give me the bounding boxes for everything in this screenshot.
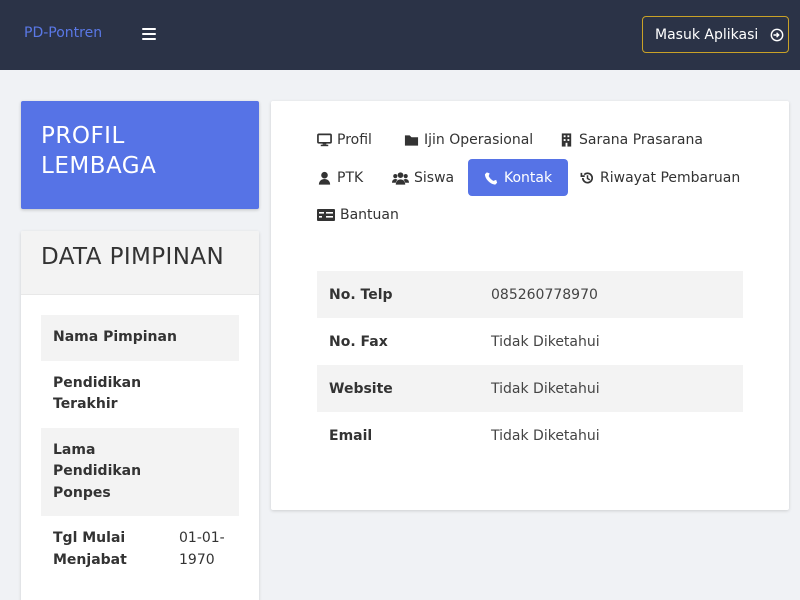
- history-icon: [580, 171, 593, 183]
- contact-value: Tidak Diketahui: [491, 333, 600, 350]
- pimpinan-label: Tgl Mulai Menjabat: [53, 530, 127, 568]
- tab-riwayat-pembaruan[interactable]: Riwayat Pembaruan: [564, 159, 756, 196]
- menu-toggle-icon[interactable]: [142, 28, 156, 41]
- contact-row-telp: No. Telp 085260778970: [317, 271, 743, 318]
- pimpinan-label: Nama Pimpinan: [53, 329, 177, 345]
- contact-label: Website: [329, 380, 393, 397]
- building-icon: [561, 132, 572, 147]
- tab-label: Bantuan: [340, 206, 399, 223]
- money-check-icon: [317, 208, 335, 221]
- tab-label: Siswa: [414, 169, 455, 186]
- pimpinan-table: Nama Pimpinan Pendidikan Terakhir Lama P…: [41, 315, 239, 583]
- pimpinan-value: [179, 327, 227, 349]
- tab-label: Kontak: [504, 169, 553, 186]
- pimpinan-label: Lama Pendidikan Ponpes: [53, 441, 142, 501]
- contact-value: Tidak Diketahui: [491, 380, 600, 397]
- tab-ijin-operasional[interactable]: Ijin Operasional: [388, 121, 549, 158]
- login-button[interactable]: Masuk Aplikasi: [642, 16, 789, 53]
- tab-bantuan[interactable]: Bantuan: [301, 196, 415, 233]
- pimpinan-label: Pendidikan Terakhir: [53, 374, 142, 413]
- login-button-label: Masuk Aplikasi: [655, 26, 759, 43]
- contact-label: No. Fax: [329, 333, 388, 350]
- user-icon: [318, 171, 331, 185]
- users-icon: [392, 171, 409, 185]
- tab-label: Ijin Operasional: [424, 131, 534, 148]
- tab-ptk[interactable]: PTK: [301, 159, 379, 196]
- contact-row-website: Website Tidak Diketahui: [317, 365, 743, 412]
- profil-lembaga-header: PROFIL LEMBAGA: [21, 101, 259, 209]
- tab-kontak[interactable]: Kontak: [468, 159, 569, 196]
- tab-sarana-prasarana[interactable]: Sarana Prasarana: [543, 121, 719, 158]
- contact-row-email: Email Tidak Diketahui: [317, 412, 743, 459]
- tab-profil[interactable]: Profil: [301, 121, 388, 158]
- contact-value: Tidak Diketahui: [491, 427, 600, 444]
- contact-row-fax: No. Fax Tidak Diketahui: [317, 318, 743, 365]
- profile-detail-card: Profil Ijin Operasional Sarana Prasarana…: [271, 101, 789, 510]
- tab-label: Profil: [337, 131, 372, 148]
- pimpinan-value: 01-01-1970: [179, 530, 225, 568]
- contact-value: 085260778970: [491, 286, 598, 303]
- pimpinan-row-lama: Lama Pendidikan Ponpes: [41, 427, 239, 516]
- phone-icon: [484, 171, 498, 185]
- contact-table: No. Telp 085260778970 No. Fax Tidak Dike…: [317, 271, 743, 459]
- tab-label: Sarana Prasarana: [579, 131, 703, 148]
- tab-label: PTK: [337, 169, 364, 186]
- data-pimpinan-card: DATA PIMPINAN Nama Pimpinan Pendidikan T…: [21, 231, 259, 600]
- contact-label: No. Telp: [329, 286, 393, 303]
- pimpinan-row-pendidikan: Pendidikan Terakhir: [41, 361, 239, 428]
- data-pimpinan-title: DATA PIMPINAN: [21, 231, 259, 295]
- tab-label: Riwayat Pembaruan: [600, 169, 741, 186]
- pimpinan-row-nama: Nama Pimpinan: [41, 315, 239, 361]
- desktop-icon: [317, 133, 332, 146]
- contact-label: Email: [329, 427, 373, 444]
- folder-icon: [404, 134, 419, 146]
- pimpinan-row-tgl: Tgl Mulai Menjabat 01-01-1970: [41, 516, 239, 583]
- pimpinan-value: [179, 440, 227, 505]
- top-navbar: PD-Pontren Masuk Aplikasi: [0, 0, 800, 70]
- tab-siswa[interactable]: Siswa: [376, 159, 470, 196]
- pimpinan-value: [179, 373, 227, 416]
- sign-in-icon: [770, 28, 784, 41]
- brand-link[interactable]: PD-Pontren: [24, 25, 102, 41]
